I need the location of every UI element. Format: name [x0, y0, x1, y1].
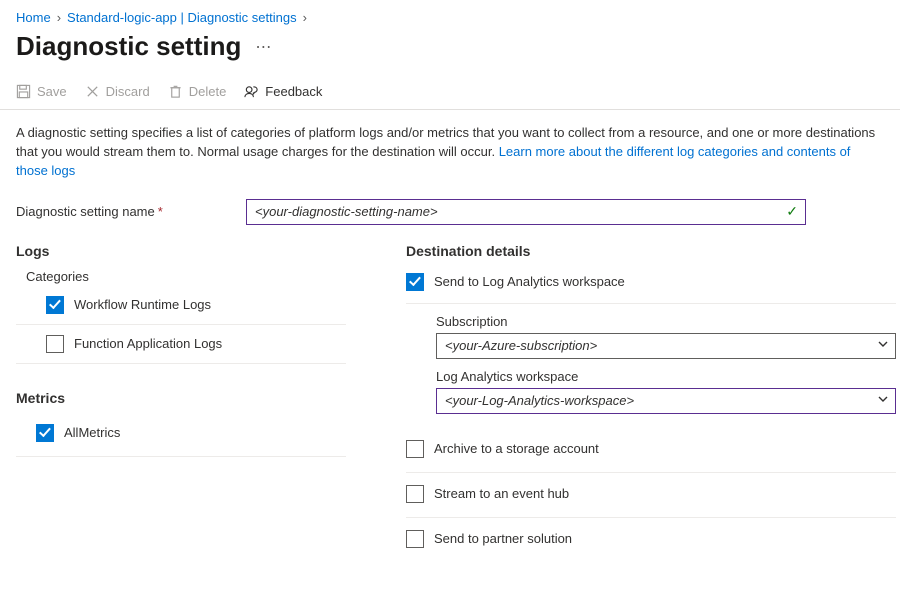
category-row-function-application[interactable]: Function Application Logs: [16, 325, 346, 364]
chevron-right-icon: ›: [303, 10, 307, 25]
chevron-down-icon: [877, 338, 889, 353]
metrics-heading: Metrics: [16, 390, 346, 406]
more-icon[interactable]: ⋯: [255, 37, 272, 57]
chevron-right-icon: ›: [57, 10, 61, 25]
delete-button[interactable]: Delete: [168, 84, 227, 99]
checkbox-icon[interactable]: [406, 485, 424, 503]
dest-option-label: Send to partner solution: [434, 531, 572, 546]
feedback-icon: [244, 84, 259, 99]
category-label: Workflow Runtime Logs: [74, 297, 211, 312]
logs-heading: Logs: [16, 243, 346, 259]
save-icon: [16, 84, 31, 99]
dest-option-label: Archive to a storage account: [434, 441, 599, 456]
description-text: A diagnostic setting specifies a list of…: [16, 124, 884, 181]
dest-option-partner-solution[interactable]: Send to partner solution: [406, 518, 896, 562]
dest-option-storage-account[interactable]: Archive to a storage account: [406, 428, 896, 473]
checkbox-icon[interactable]: [46, 296, 64, 314]
subscription-label: Subscription: [436, 314, 896, 329]
checkbox-icon[interactable]: [406, 440, 424, 458]
workspace-dropdown[interactable]: <your-Log-Analytics-workspace>: [436, 388, 896, 414]
categories-heading: Categories: [26, 269, 346, 284]
checkbox-icon[interactable]: [46, 335, 64, 353]
checkbox-icon[interactable]: [406, 273, 424, 291]
category-row-workflow-runtime[interactable]: Workflow Runtime Logs: [16, 292, 346, 325]
name-label: Diagnostic setting name*: [16, 204, 236, 219]
command-bar: Save Discard Delete Feedback: [16, 84, 884, 109]
dest-option-label: Stream to an event hub: [434, 486, 569, 501]
metrics-row-allmetrics[interactable]: AllMetrics: [16, 416, 346, 457]
metrics-label: AllMetrics: [64, 425, 120, 440]
save-button[interactable]: Save: [16, 84, 67, 99]
feedback-button[interactable]: Feedback: [244, 84, 322, 99]
destination-heading: Destination details: [406, 243, 896, 259]
breadcrumb-home[interactable]: Home: [16, 10, 51, 25]
subscription-dropdown[interactable]: <your-Azure-subscription>: [436, 333, 896, 359]
toolbar-divider: [0, 109, 900, 110]
discard-icon: [85, 84, 100, 99]
workspace-label: Log Analytics workspace: [436, 369, 896, 384]
breadcrumb-app[interactable]: Standard-logic-app | Diagnostic settings: [67, 10, 297, 25]
delete-icon: [168, 84, 183, 99]
diagnostic-setting-name-input[interactable]: [246, 199, 806, 225]
checkbox-icon[interactable]: [36, 424, 54, 442]
discard-button[interactable]: Discard: [85, 84, 150, 99]
dest-option-log-analytics[interactable]: Send to Log Analytics workspace: [406, 269, 896, 304]
validation-check-icon: ✓: [786, 203, 798, 220]
chevron-down-icon: [877, 393, 889, 408]
category-label: Function Application Logs: [74, 336, 222, 351]
page-title: Diagnostic setting: [16, 31, 241, 62]
dest-option-event-hub[interactable]: Stream to an event hub: [406, 473, 896, 518]
checkbox-icon[interactable]: [406, 530, 424, 548]
dest-option-label: Send to Log Analytics workspace: [434, 274, 625, 289]
breadcrumb: Home › Standard-logic-app | Diagnostic s…: [16, 10, 884, 25]
